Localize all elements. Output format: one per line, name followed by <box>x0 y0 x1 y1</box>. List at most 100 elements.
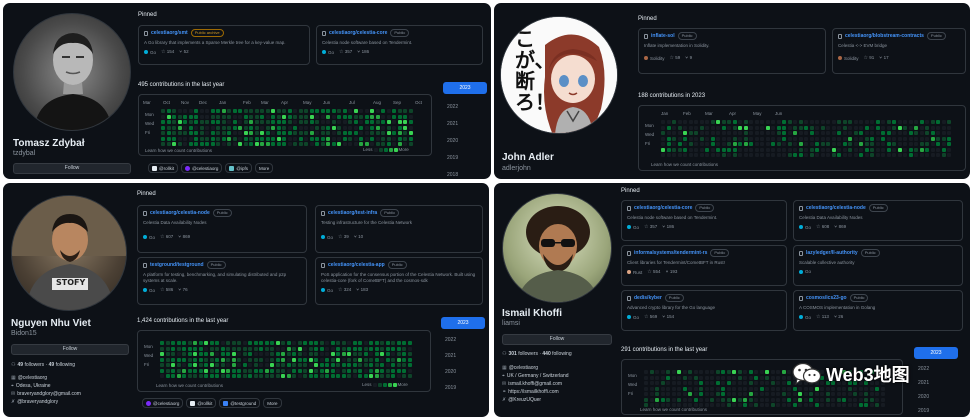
contribution-cell[interactable] <box>216 120 220 124</box>
contribution-cell[interactable] <box>407 341 412 345</box>
contribution-cell[interactable] <box>886 125 891 130</box>
contribution-cell[interactable] <box>298 136 303 141</box>
contribution-cell[interactable] <box>187 374 192 378</box>
contribution-cell[interactable] <box>165 341 170 345</box>
contribution-cell[interactable] <box>254 109 259 113</box>
contribution-cell[interactable] <box>209 363 214 367</box>
contribution-cell[interactable] <box>644 397 648 402</box>
contribution-cell[interactable] <box>688 370 692 374</box>
contribution-cell[interactable] <box>892 131 896 135</box>
contribution-cell[interactable] <box>870 147 874 152</box>
contribution-cell[interactable] <box>298 109 303 113</box>
contribution-cell[interactable] <box>820 125 825 130</box>
pinned-repo[interactable]: celestiaorg/celestia-app Public PoS appli… <box>315 257 483 305</box>
contribution-cell[interactable] <box>253 363 258 367</box>
contribution-cell[interactable] <box>798 142 803 146</box>
contribution-cell[interactable] <box>172 114 176 119</box>
contribution-cell[interactable] <box>238 120 242 124</box>
contribution-cell[interactable] <box>238 136 242 141</box>
contribution-cell[interactable] <box>381 142 385 146</box>
contribution-cell[interactable] <box>298 120 303 124</box>
contribution-cell[interactable] <box>897 136 902 141</box>
contribution-cell[interactable] <box>881 147 885 152</box>
contribution-cell[interactable] <box>754 142 759 146</box>
contribution-cell[interactable] <box>671 370 676 374</box>
contribution-cell[interactable] <box>177 136 182 141</box>
contribution-cell[interactable] <box>348 131 352 135</box>
contribution-cell[interactable] <box>270 357 274 362</box>
contribution-cell[interactable] <box>226 363 230 367</box>
contribution-cell[interactable] <box>403 131 407 135</box>
contribution-cell[interactable] <box>364 142 369 146</box>
contribution-cell[interactable] <box>352 341 357 345</box>
contribution-cell[interactable] <box>825 397 830 402</box>
contribution-cell[interactable] <box>381 114 385 119</box>
contribution-cell[interactable] <box>166 109 171 113</box>
contribution-cell[interactable] <box>259 341 263 345</box>
contribution-cell[interactable] <box>319 368 324 373</box>
avatar[interactable]: STOFY <box>11 195 127 311</box>
contribution-cell[interactable] <box>188 136 193 141</box>
contribution-cell[interactable] <box>727 136 731 141</box>
contribution-cell[interactable] <box>364 109 369 113</box>
contribution-cell[interactable] <box>886 131 891 135</box>
contribution-cell[interactable] <box>358 352 362 356</box>
contribution-cell[interactable] <box>754 153 759 157</box>
contribution-cell[interactable] <box>348 142 352 146</box>
contribution-cell[interactable] <box>336 352 340 356</box>
contribution-cell[interactable] <box>721 381 725 385</box>
contribution-cell[interactable] <box>363 357 368 362</box>
contribution-cell[interactable] <box>715 397 720 402</box>
contribution-cell[interactable] <box>649 381 654 385</box>
contribution-cell[interactable] <box>242 368 247 373</box>
contribution-cell[interactable] <box>754 386 758 391</box>
contribution-cell[interactable] <box>253 357 258 362</box>
contribution-cell[interactable] <box>660 386 665 391</box>
contribution-cell[interactable] <box>342 142 347 146</box>
contribution-cell[interactable] <box>336 368 340 373</box>
contribution-cell[interactable] <box>260 114 264 119</box>
contribution-cell[interactable] <box>265 131 270 135</box>
contribution-cell[interactable] <box>903 131 907 135</box>
contribution-cell[interactable] <box>765 381 769 385</box>
repo-stars[interactable]: ☆ 154 <box>161 49 174 55</box>
contribution-cell[interactable] <box>336 374 340 378</box>
contribution-cell[interactable] <box>892 125 896 130</box>
contribution-cell[interactable] <box>171 368 175 373</box>
contribution-cell[interactable] <box>781 386 786 391</box>
contribution-cell[interactable] <box>298 125 303 130</box>
year-2023[interactable]: 2023 <box>914 347 958 359</box>
contribution-cell[interactable] <box>748 403 753 407</box>
contribution-cell[interactable] <box>693 375 698 380</box>
contribution-cell[interactable] <box>331 120 336 124</box>
contribution-cell[interactable] <box>848 142 852 146</box>
contribution-cell[interactable] <box>771 125 775 130</box>
contribution-cell[interactable] <box>375 114 380 119</box>
contribution-cell[interactable] <box>925 125 929 130</box>
contribution-cell[interactable] <box>683 131 687 135</box>
contribution-cell[interactable] <box>309 125 314 130</box>
contribution-cell[interactable] <box>831 131 836 135</box>
contribution-cell[interactable] <box>331 142 336 146</box>
contribution-cell[interactable] <box>265 109 270 113</box>
contribution-cell[interactable] <box>732 397 736 402</box>
contribution-cell[interactable] <box>655 386 659 391</box>
repo-stars[interactable]: ☆ 357 <box>644 224 657 230</box>
contribution-cell[interactable] <box>193 352 197 356</box>
contribution-cell[interactable] <box>914 125 918 130</box>
contribution-cell[interactable] <box>947 153 951 157</box>
contribution-cell[interactable] <box>325 352 329 356</box>
contribution-cell[interactable] <box>297 363 302 367</box>
contribution-cell[interactable] <box>683 142 687 146</box>
contribution-cell[interactable] <box>688 136 693 141</box>
contribution-cell[interactable] <box>391 374 395 378</box>
contribution-cell[interactable] <box>726 397 731 402</box>
repo-name[interactable]: lazyledger/ll-authority <box>806 250 858 256</box>
contribution-cell[interactable] <box>216 142 220 146</box>
contribution-cell[interactable] <box>748 386 753 391</box>
contribution-cell[interactable] <box>193 374 197 378</box>
contribution-cell[interactable] <box>644 381 648 385</box>
contribution-cell[interactable] <box>765 125 770 130</box>
contribution-cell[interactable] <box>249 109 253 113</box>
contribution-cell[interactable] <box>782 153 786 157</box>
